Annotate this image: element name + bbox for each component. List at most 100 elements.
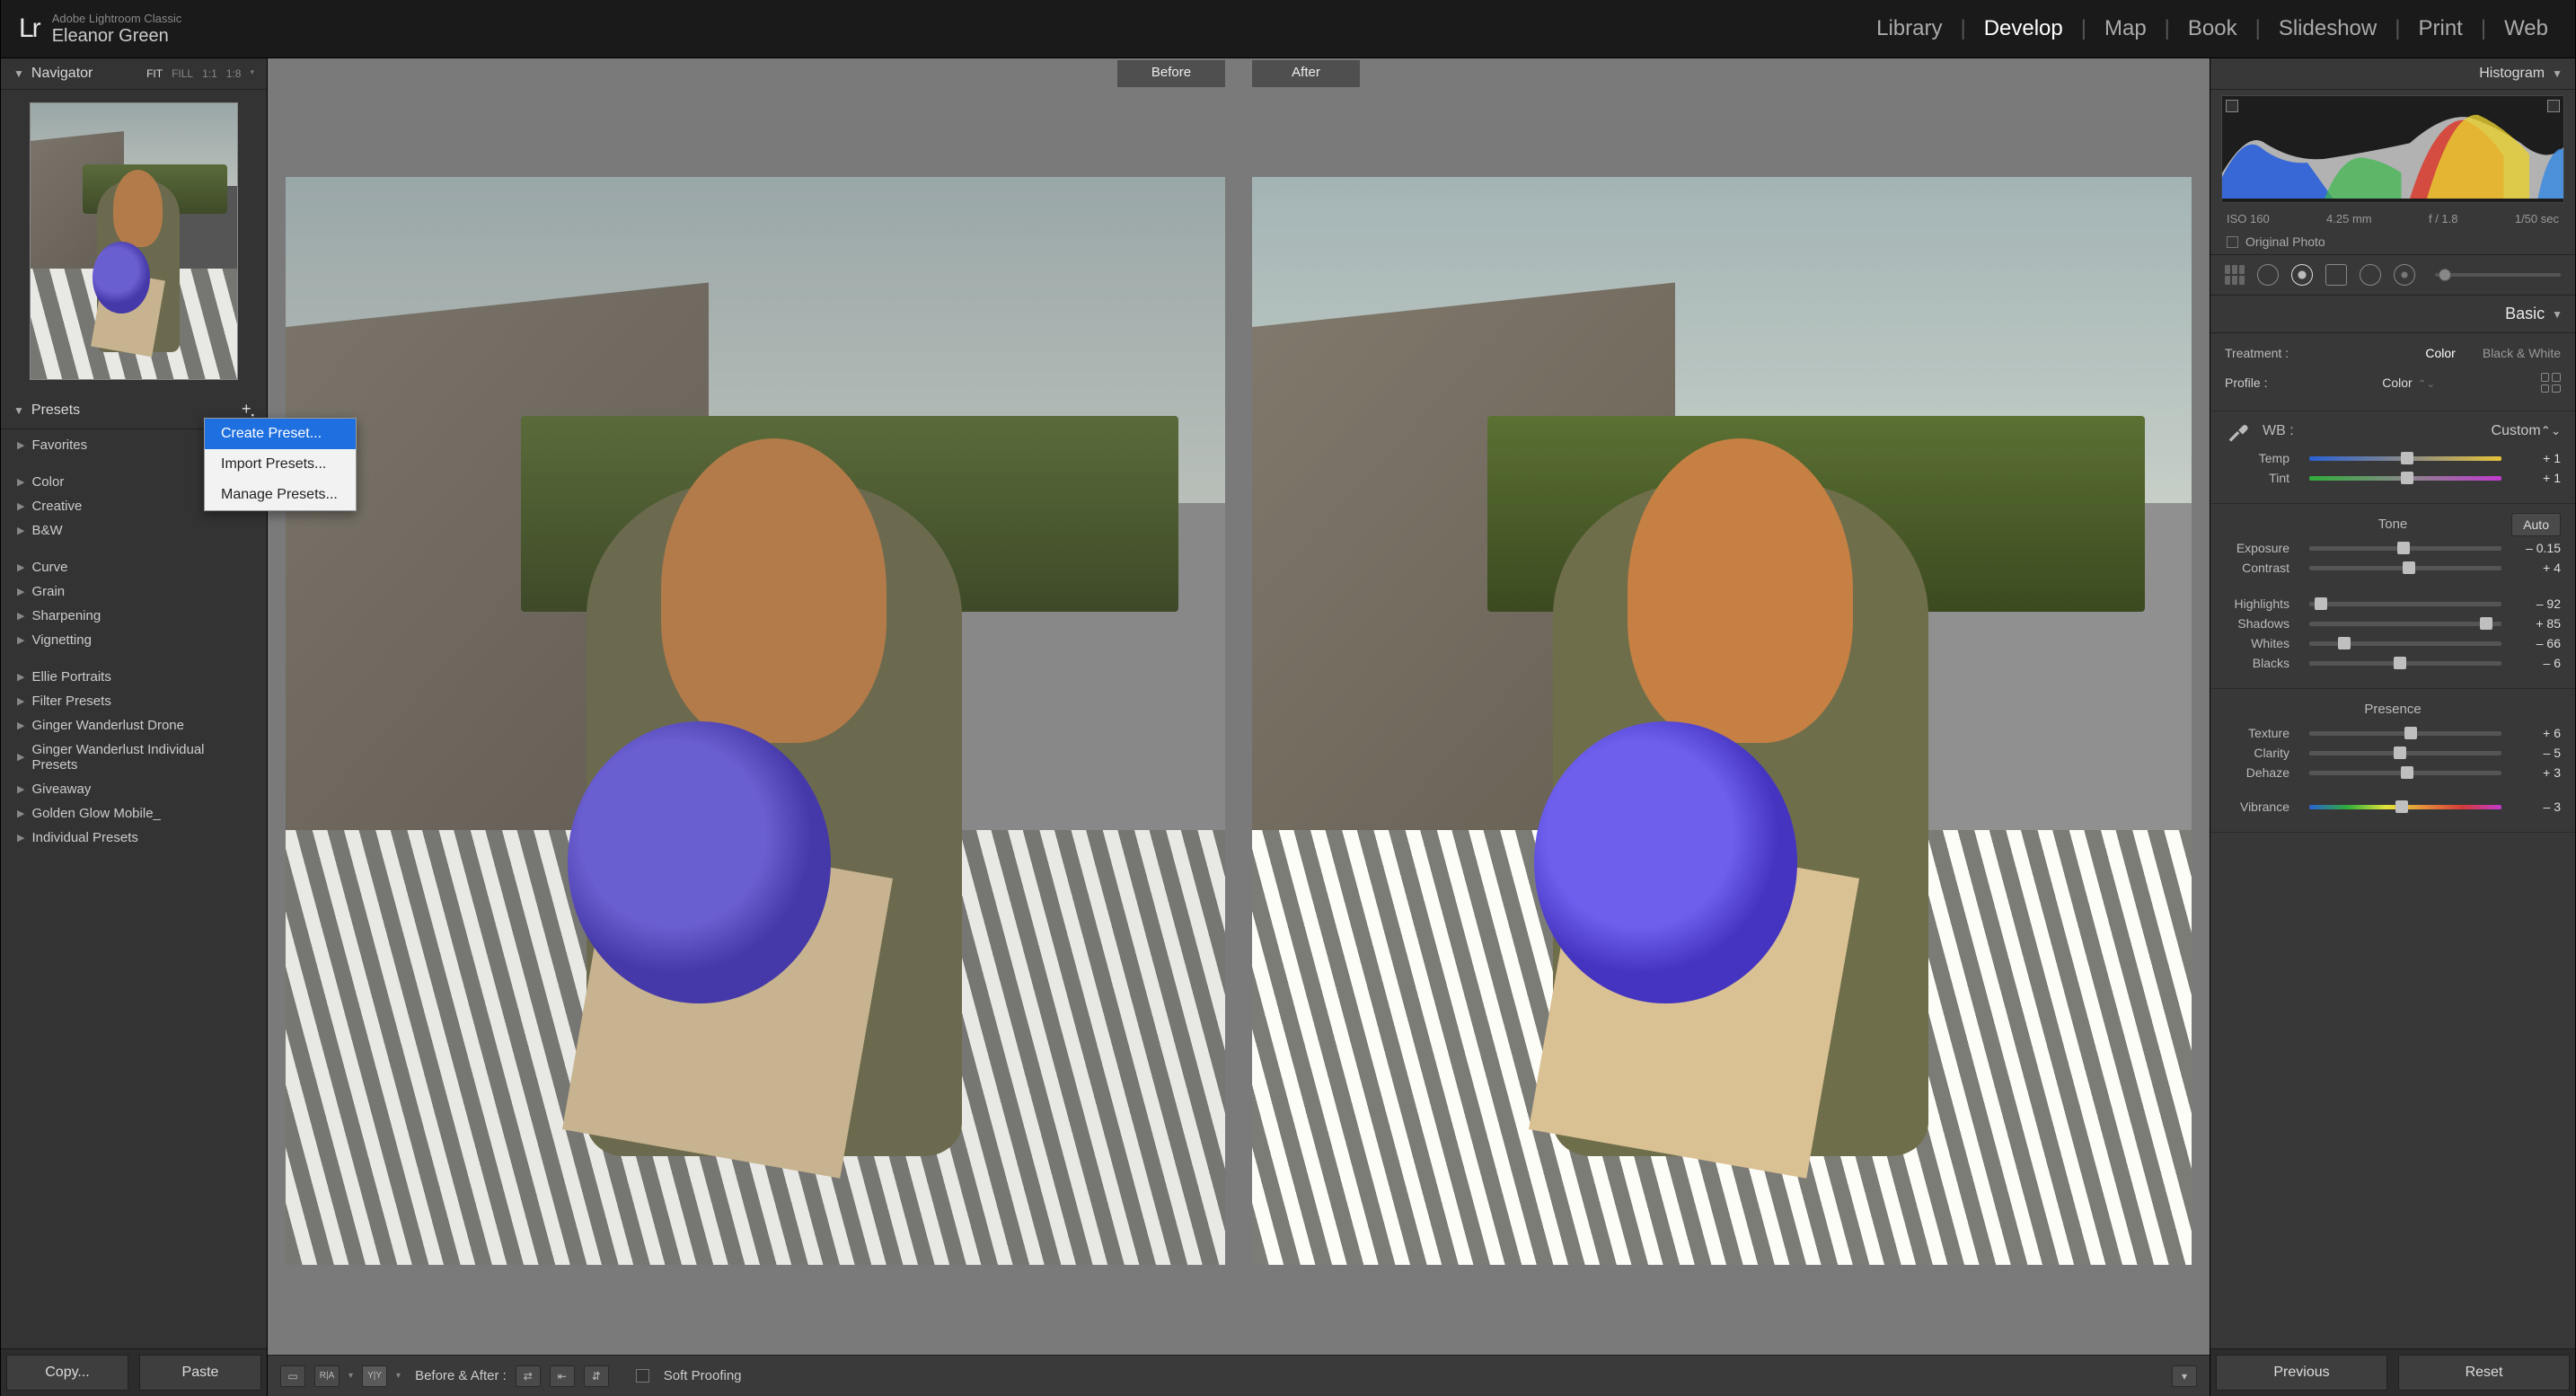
blacks-row[interactable]: Blacks– 6: [2225, 656, 2561, 670]
preset-folder[interactable]: ▶Ellie Portraits: [1, 665, 267, 689]
after-image[interactable]: [1252, 177, 2192, 1265]
preset-folder[interactable]: ▶Vignetting: [1, 628, 267, 652]
copy-settings-button[interactable]: Copy...: [6, 1355, 128, 1391]
spot-removal-icon[interactable]: [2257, 264, 2279, 286]
radial-filter-icon[interactable]: [2360, 264, 2381, 286]
whites-row[interactable]: Whites– 66: [2225, 636, 2561, 650]
disclosure-triangle-icon[interactable]: ▼: [13, 67, 24, 80]
preset-list[interactable]: ▶Favorites▶Color▶Creative▶B&W▶Curve▶Grai…: [1, 429, 267, 1348]
whites-value[interactable]: – 66: [2510, 636, 2561, 650]
presets-header[interactable]: ▼ Presets +• Create Preset... Import Pre…: [1, 393, 267, 429]
clarity-slider[interactable]: [2309, 751, 2501, 755]
red-eye-icon[interactable]: [2291, 264, 2313, 286]
texture-value[interactable]: + 6: [2510, 726, 2561, 740]
contrast-slider[interactable]: [2309, 566, 2501, 570]
clarity-row[interactable]: Clarity– 5: [2225, 746, 2561, 760]
shadows-slider[interactable]: [2309, 622, 2501, 626]
menu-create-preset[interactable]: Create Preset...: [205, 419, 356, 449]
disclosure-triangle-icon[interactable]: ▼: [2552, 308, 2563, 321]
temp-slider[interactable]: [2309, 456, 2501, 461]
loupe-view-icon[interactable]: ▭: [280, 1365, 305, 1387]
module-slideshow[interactable]: Slideshow: [2270, 16, 2386, 41]
blacks-slider[interactable]: [2309, 661, 2501, 666]
texture-row[interactable]: Texture+ 6: [2225, 726, 2561, 740]
preset-folder[interactable]: ▶Sharpening: [1, 604, 267, 628]
dehaze-slider[interactable]: [2309, 771, 2501, 775]
highlights-value[interactable]: – 92: [2510, 596, 2561, 611]
tool-amount-slider[interactable]: [2435, 273, 2561, 277]
preset-folder[interactable]: ▶Grain: [1, 579, 267, 604]
disclosure-triangle-icon[interactable]: ▼: [2552, 67, 2563, 80]
preset-folder[interactable]: ▶B&W: [1, 518, 267, 543]
crop-tool-icon[interactable]: [2225, 265, 2245, 285]
profile-row[interactable]: Profile : Color⌃⌄: [2225, 373, 2561, 393]
image-viewer[interactable]: [268, 87, 2210, 1355]
vibrance-value[interactable]: – 3: [2510, 800, 2561, 814]
profile-dropdown[interactable]: Color⌃⌄: [2382, 376, 2435, 390]
preset-folder[interactable]: ▶Golden Glow Mobile_: [1, 801, 267, 826]
navigator-zoom-options[interactable]: FIT FILL 1:1 1:8 ▾: [146, 67, 254, 80]
navigator-thumbnail[interactable]: [1, 90, 267, 393]
tint-value[interactable]: + 1: [2510, 471, 2561, 485]
clarity-value[interactable]: – 5: [2510, 746, 2561, 760]
paste-settings-button[interactable]: Paste: [139, 1355, 261, 1391]
before-image[interactable]: [286, 177, 1225, 1265]
preset-folder[interactable]: ▶Curve: [1, 555, 267, 579]
contrast-row[interactable]: Contrast+ 4: [2225, 561, 2561, 575]
histogram-header[interactable]: Histogram ▼: [2210, 58, 2575, 90]
histogram-display[interactable]: [2221, 95, 2564, 203]
navigator-header[interactable]: ▼ Navigator FIT FILL 1:1 1:8 ▾: [1, 58, 267, 90]
disclosure-triangle-icon[interactable]: ▼: [13, 404, 24, 417]
exposure-slider[interactable]: [2309, 546, 2501, 551]
reset-button[interactable]: Reset: [2398, 1355, 2570, 1391]
highlights-slider[interactable]: [2309, 602, 2501, 606]
tint-slider-row[interactable]: Tint + 1: [2225, 471, 2561, 485]
soft-proofing-checkbox[interactable]: [636, 1369, 649, 1383]
profile-browser-icon[interactable]: [2541, 373, 2561, 393]
temp-value[interactable]: + 1: [2510, 451, 2561, 465]
original-photo-row[interactable]: Original Photo: [2210, 229, 2575, 254]
adjustment-brush-icon[interactable]: [2394, 264, 2415, 286]
module-web[interactable]: Web: [2495, 16, 2557, 41]
preset-folder[interactable]: ▶Giveaway: [1, 777, 267, 801]
blacks-value[interactable]: – 6: [2510, 656, 2561, 670]
shadows-value[interactable]: + 85: [2510, 616, 2561, 631]
nav-ratio[interactable]: 1:8: [226, 67, 242, 80]
module-book[interactable]: Book: [2179, 16, 2246, 41]
contrast-value[interactable]: + 4: [2510, 561, 2561, 575]
dehaze-row[interactable]: Dehaze+ 3: [2225, 765, 2561, 780]
temp-slider-row[interactable]: Temp + 1: [2225, 451, 2561, 465]
menu-import-presets[interactable]: Import Presets...: [205, 449, 356, 480]
basic-panel-header[interactable]: Basic ▼: [2210, 296, 2575, 333]
vibrance-slider[interactable]: [2309, 805, 2501, 809]
nav-1to1[interactable]: 1:1: [202, 67, 217, 80]
preset-folder[interactable]: ▶Ginger Wanderlust Individual Presets: [1, 738, 267, 777]
highlights-row[interactable]: Highlights– 92: [2225, 596, 2561, 611]
copy-before-icon[interactable]: ⇤: [550, 1365, 575, 1387]
module-map[interactable]: Map: [2095, 16, 2156, 41]
treatment-bw[interactable]: Black & White: [2483, 346, 2561, 360]
preset-folder[interactable]: ▶Ginger Wanderlust Drone: [1, 713, 267, 738]
shadows-row[interactable]: Shadows+ 85: [2225, 616, 2561, 631]
original-photo-checkbox[interactable]: [2227, 236, 2238, 248]
vibrance-row[interactable]: Vibrance– 3: [2225, 800, 2561, 814]
chevron-down-icon[interactable]: ▾: [348, 1371, 353, 1381]
graduated-filter-icon[interactable]: [2325, 264, 2347, 286]
nav-fill[interactable]: FILL: [172, 67, 193, 80]
tint-slider[interactable]: [2309, 476, 2501, 481]
copy-after-icon[interactable]: ⇵: [584, 1365, 609, 1387]
exposure-value[interactable]: – 0.15: [2510, 541, 2561, 555]
exposure-row[interactable]: Exposure– 0.15: [2225, 541, 2561, 555]
toolbar-chevron-icon[interactable]: ▾: [2172, 1365, 2197, 1387]
chevron-down-icon[interactable]: ▾: [396, 1371, 401, 1381]
swap-icon[interactable]: ⇄: [516, 1365, 541, 1387]
basic-panel-body[interactable]: Treatment : Color Black & White Profile …: [2210, 333, 2575, 1348]
preset-folder[interactable]: ▶Filter Presets: [1, 689, 267, 713]
dehaze-value[interactable]: + 3: [2510, 765, 2561, 780]
nav-fit[interactable]: FIT: [146, 67, 163, 80]
wb-dropdown[interactable]: Custom⌃⌄: [2492, 423, 2561, 439]
module-print[interactable]: Print: [2409, 16, 2471, 41]
reference-view-icon[interactable]: R|A: [314, 1365, 340, 1387]
preset-folder[interactable]: ▶Individual Presets: [1, 826, 267, 850]
module-library[interactable]: Library: [1867, 16, 1951, 41]
